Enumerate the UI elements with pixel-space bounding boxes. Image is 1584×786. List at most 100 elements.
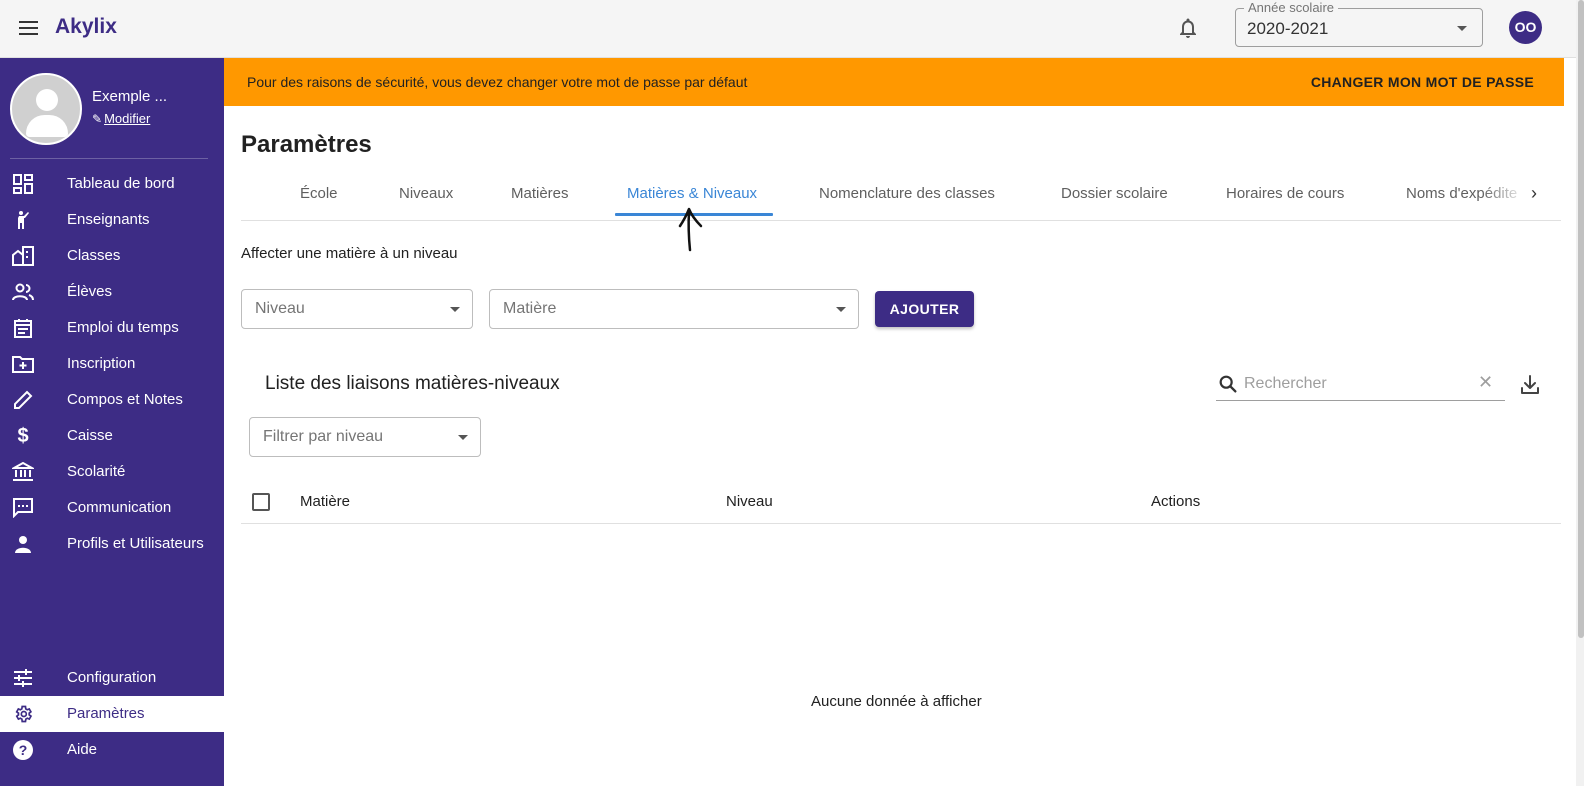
sidebar-item-tableau-de-bord[interactable]: Tableau de bord <box>0 166 224 202</box>
sidebar-item-scolarite[interactable]: Scolarité <box>0 454 224 490</box>
sidebar-item-label: Compos et Notes <box>67 391 183 408</box>
hamburger-menu-icon[interactable] <box>19 17 41 39</box>
tab-matieres[interactable]: Matières <box>511 185 569 202</box>
search-field: ✕ <box>1216 369 1505 401</box>
banner-message: Pour des raisons de sécurité, vous devez… <box>247 74 748 90</box>
page-title: Paramètres <box>241 131 372 158</box>
hand-drawn-arrow-annotation <box>678 207 703 252</box>
calendar-icon <box>12 318 34 338</box>
top-app-bar: Akylix Année scolaire 2020-2021 OO <box>0 0 1584 58</box>
chevron-down-icon <box>836 307 846 312</box>
pencil-icon <box>12 390 34 410</box>
table-header: Matière Niveau Actions <box>241 480 1561 524</box>
notification-bell-icon[interactable] <box>1176 16 1200 40</box>
profile-edit-link[interactable]: ✎ Modifier <box>92 111 150 126</box>
tab-nomenclature-des-classes[interactable]: Nomenclature des classes <box>819 185 995 202</box>
sidebar-item-label: Configuration <box>67 669 157 686</box>
school-year-value: 2020-2021 <box>1247 19 1329 38</box>
school-year-select[interactable]: Année scolaire 2020-2021 <box>1235 0 1483 47</box>
building-icon <box>12 246 34 266</box>
sidebar-nav: Tableau de bord Enseignants Classes Élèv… <box>0 166 224 562</box>
person-icon <box>12 534 34 554</box>
column-header-actions: Actions <box>1151 493 1201 510</box>
clear-search-icon[interactable]: ✕ <box>1478 372 1493 393</box>
tab-horaires-de-cours[interactable]: Horaires de cours <box>1226 185 1344 202</box>
app-brand[interactable]: Akylix <box>55 15 117 39</box>
filter-niveau-select[interactable]: Filtrer par niveau <box>249 417 481 457</box>
sidebar-item-label: Profils et Utilisateurs <box>67 535 204 552</box>
column-header-niveau[interactable]: Niveau <box>726 493 773 510</box>
sidebar-item-caisse[interactable]: $ Caisse <box>0 418 224 454</box>
search-icon <box>1219 375 1237 393</box>
chevron-down-icon <box>458 435 468 440</box>
gear-icon <box>12 704 34 724</box>
tab-niveaux[interactable]: Niveaux <box>399 185 453 202</box>
sidebar-item-label: Inscription <box>67 355 136 372</box>
bank-icon <box>12 462 34 482</box>
chevron-down-icon <box>1457 26 1467 31</box>
sidebar-item-label: Scolarité <box>67 463 126 480</box>
sidebar-item-label: Enseignants <box>67 211 150 228</box>
profile-avatar[interactable] <box>10 73 82 145</box>
add-button[interactable]: AJOUTER <box>875 291 974 327</box>
help-icon: ? <box>12 740 34 760</box>
settings-tabs: École Niveaux Matières Matières & Niveau… <box>241 175 1561 221</box>
sidebar-item-emploi-du-temps[interactable]: Emploi du temps <box>0 310 224 346</box>
column-header-matiere[interactable]: Matière <box>300 493 350 510</box>
dollar-icon: $ <box>17 424 29 447</box>
tab-ecole[interactable]: École <box>300 185 338 202</box>
sidebar-bottom-nav: Configuration Paramètres ? Aide <box>0 660 224 768</box>
tab-matieres-niveaux[interactable]: Matières & Niveaux <box>627 185 757 202</box>
sidebar-divider <box>10 158 208 159</box>
pencil-icon: ✎ <box>92 112 103 126</box>
password-warning-banner: Pour des raisons de sécurité, vous devez… <box>224 58 1564 106</box>
sidebar-item-label: Communication <box>67 499 172 516</box>
sidebar-item-classes[interactable]: Classes <box>0 238 224 274</box>
sidebar-item-inscription[interactable]: Inscription <box>0 346 224 382</box>
tab-dossier-scolaire[interactable]: Dossier scolaire <box>1061 185 1168 202</box>
matiere-placeholder: Matière <box>503 300 557 317</box>
assign-section-label: Affecter une matière à un niveau <box>241 245 458 262</box>
profile-edit-label: Modifier <box>104 111 151 126</box>
chat-icon <box>12 498 34 518</box>
sidebar-item-label: Emploi du temps <box>67 319 179 336</box>
niveau-placeholder: Niveau <box>255 300 305 317</box>
chevron-down-icon <box>450 307 460 312</box>
empty-state-message: Aucune donnée à afficher <box>811 693 982 710</box>
list-title: Liste des liaisons matières-niveaux <box>265 373 560 394</box>
sliders-icon <box>12 668 34 688</box>
page-scrollbar-thumb[interactable] <box>1578 0 1584 638</box>
sidebar-item-label: Caisse <box>67 427 113 444</box>
sidebar-item-profils-et-utilisateurs[interactable]: Profils et Utilisateurs <box>0 526 224 562</box>
user-avatar[interactable]: OO <box>1509 11 1542 44</box>
sidebar-item-compos-et-notes[interactable]: Compos et Notes <box>0 382 224 418</box>
profile-name: Exemple ... <box>92 88 168 105</box>
teacher-icon <box>12 210 34 230</box>
chevron-right-icon[interactable]: › <box>1531 183 1537 204</box>
sidebar-item-aide[interactable]: ? Aide <box>0 732 224 768</box>
change-password-button[interactable]: CHANGER MON MOT DE PASSE <box>1311 74 1534 90</box>
school-year-label: Année scolaire <box>1244 0 1338 15</box>
sidebar-item-label: Élèves <box>67 283 113 300</box>
search-input[interactable] <box>1244 372 1464 396</box>
filter-placeholder: Filtrer par niveau <box>263 428 384 445</box>
select-all-checkbox[interactable] <box>252 493 270 511</box>
matiere-select[interactable]: Matière <box>489 289 859 329</box>
download-icon[interactable] <box>1518 373 1542 397</box>
niveau-select[interactable]: Niveau <box>241 289 473 329</box>
sidebar-item-label: Aide <box>67 741 98 758</box>
folder-plus-icon <box>12 354 34 374</box>
sidebar-item-label: Tableau de bord <box>67 175 175 192</box>
sidebar-item-label: Classes <box>67 247 121 264</box>
sidebar-item-eleves[interactable]: Élèves <box>0 274 224 310</box>
tabs-overflow-fade <box>1481 175 1527 219</box>
dashboard-icon <box>12 174 34 194</box>
sidebar-item-label: Paramètres <box>67 705 145 722</box>
sidebar-item-parametres[interactable]: Paramètres <box>0 696 224 732</box>
sidebar: Exemple ... ✎ Modifier Tableau de bord En… <box>0 58 224 786</box>
sidebar-item-configuration[interactable]: Configuration <box>0 660 224 696</box>
svg-text:?: ? <box>19 742 28 758</box>
people-icon <box>12 282 34 302</box>
sidebar-item-communication[interactable]: Communication <box>0 490 224 526</box>
sidebar-item-enseignants[interactable]: Enseignants <box>0 202 224 238</box>
